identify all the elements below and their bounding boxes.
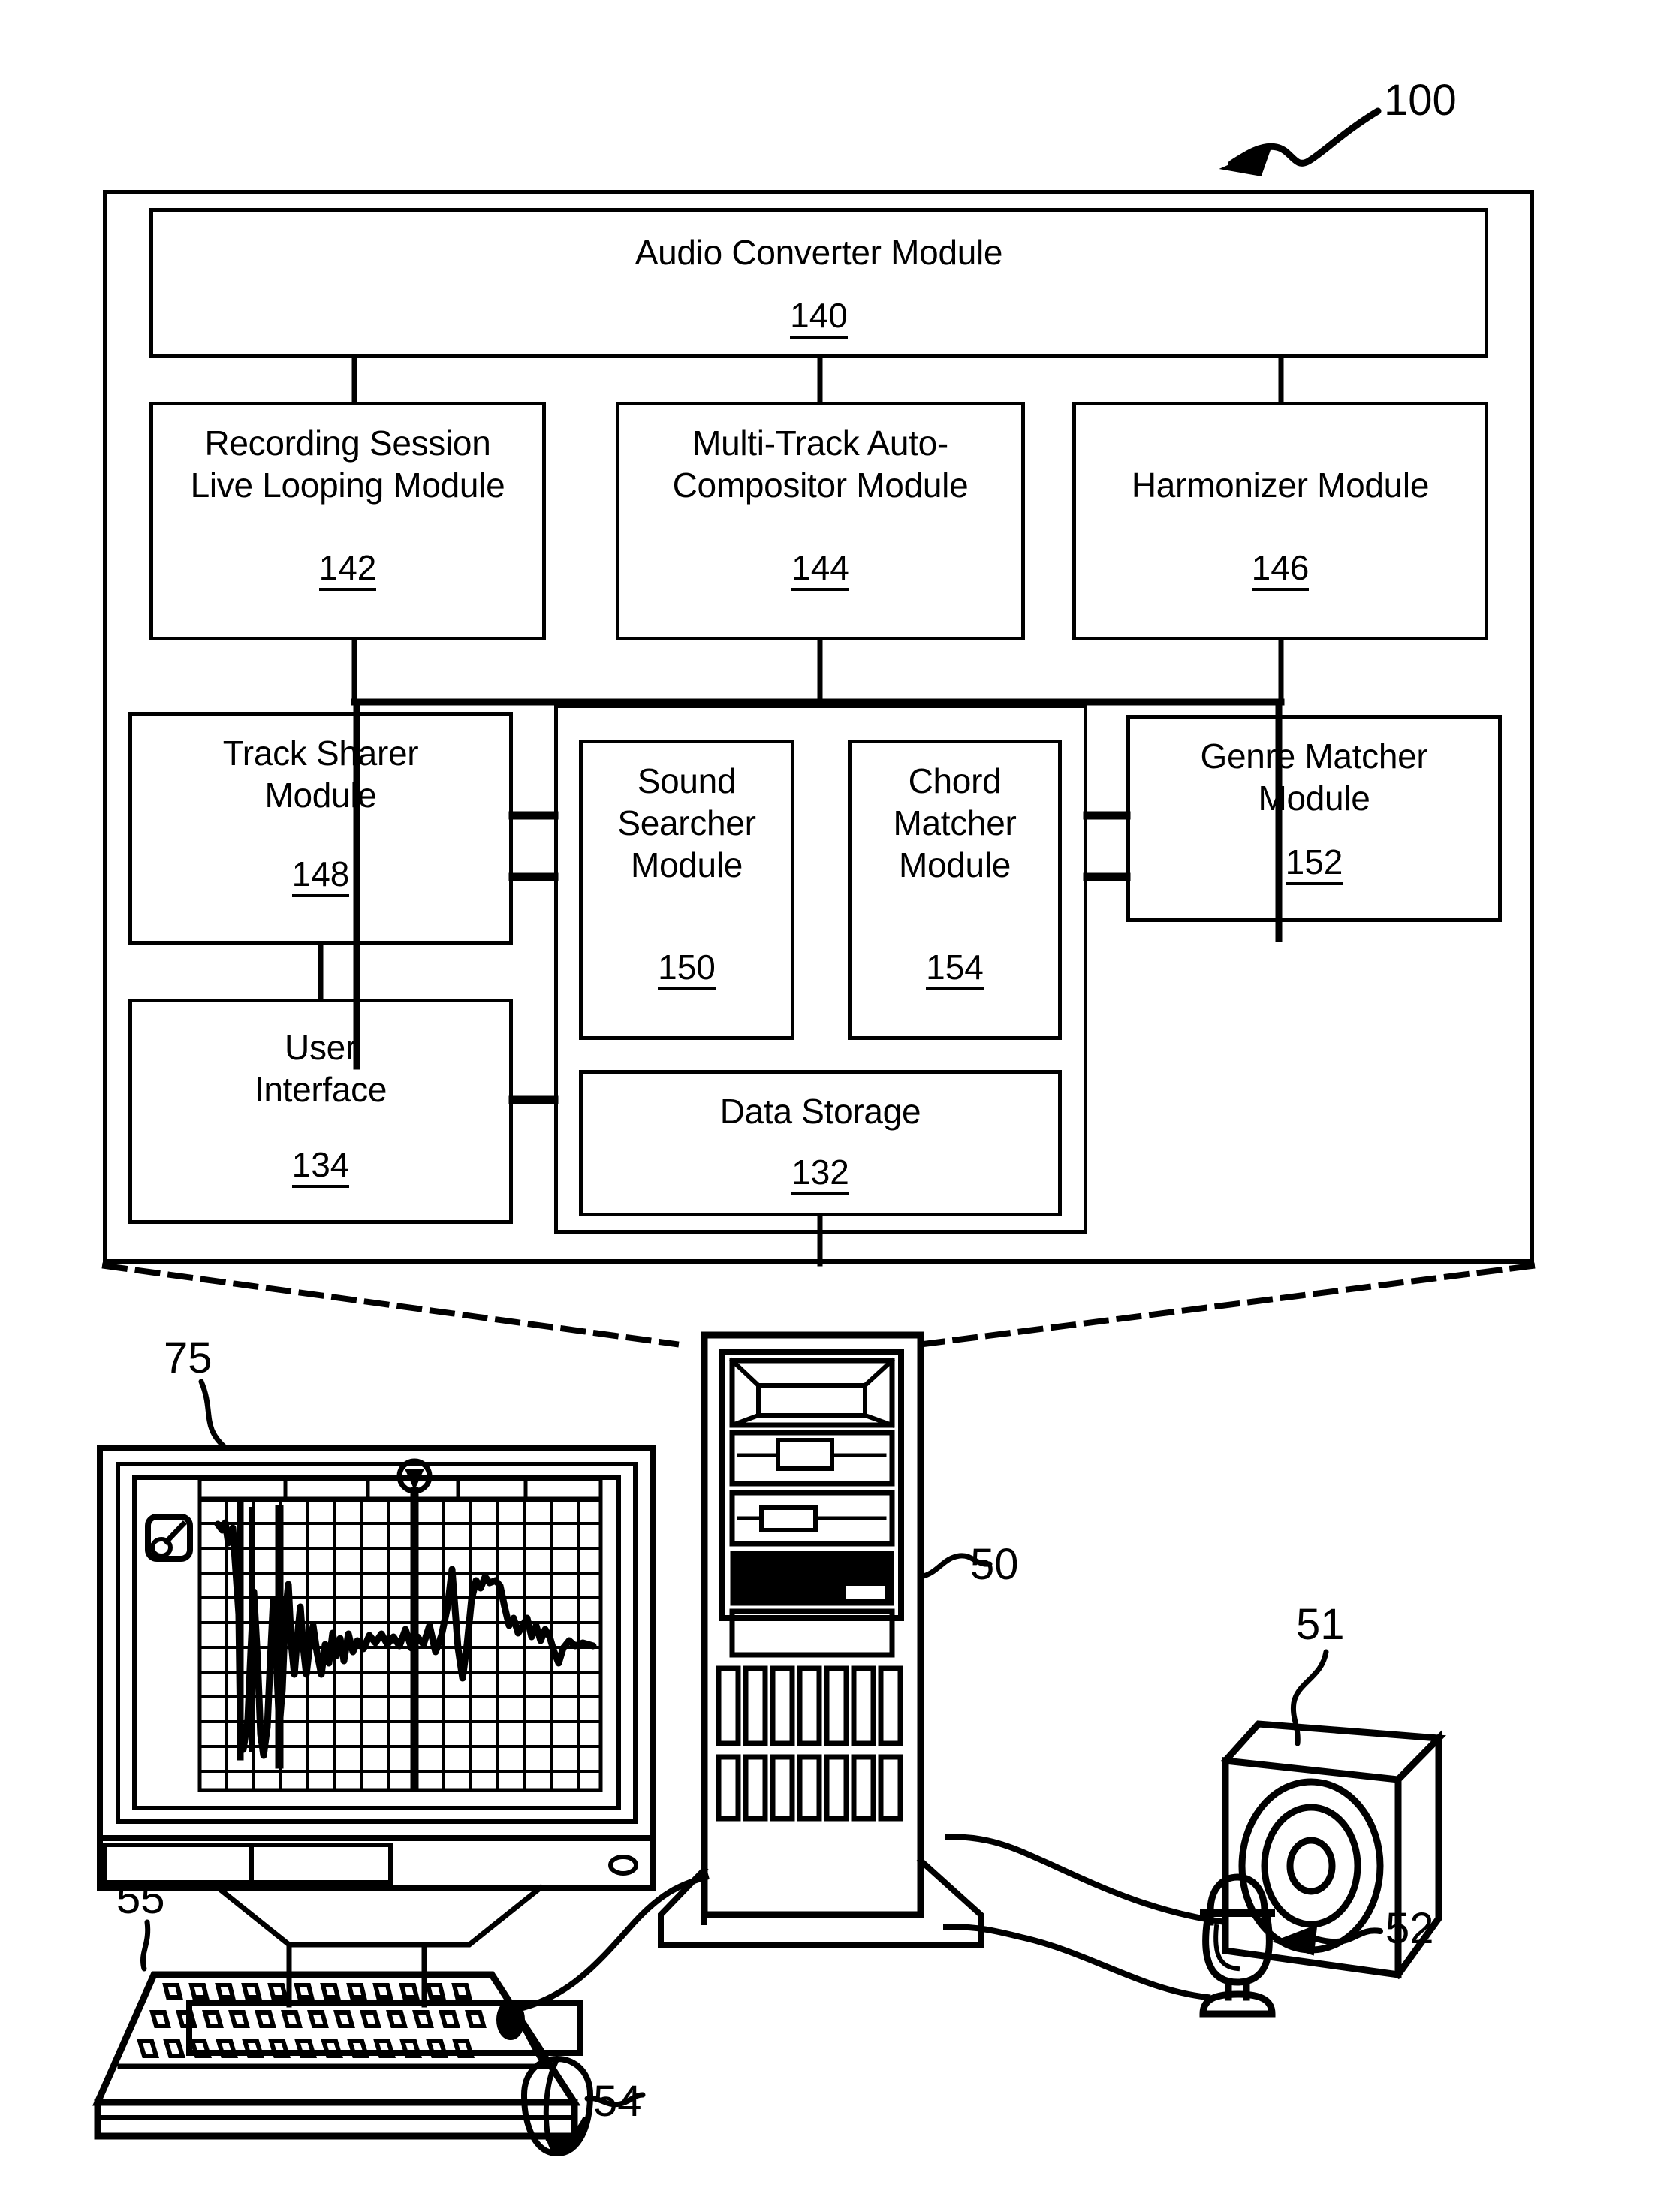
computer-tower-50 [658, 1331, 993, 1948]
module-title-line2: Interface [254, 1070, 387, 1109]
ref-label-54: 54 [593, 2077, 642, 2126]
module-ref: 154 [852, 948, 1058, 990]
leader-line-100 [1228, 107, 1382, 167]
module-ref: 132 [583, 1153, 1058, 1195]
ref-label-51: 51 [1296, 1600, 1345, 1649]
module-title-line3: Module [898, 845, 1011, 884]
module-title-line1: Data Storage [719, 1092, 921, 1131]
module-title-line1: Harmonizer Module [1131, 466, 1430, 505]
module-title-line1: Multi-Track Auto- [692, 423, 948, 463]
module-track-sharer[interactable]: Track Sharer Module 148 [128, 712, 513, 945]
arrowhead-100 [1219, 145, 1273, 176]
module-title-line2: Module [1258, 779, 1370, 818]
keyboard-cable [513, 1873, 710, 2013]
ref-label-55: 55 [116, 1874, 165, 1923]
keyboard-cable-node [496, 2000, 525, 2040]
ref-label-50: 50 [970, 1540, 1019, 1589]
module-sound-searcher[interactable]: Sound Searcher Module 150 [579, 740, 794, 1040]
module-title-line1: Genre Matcher [1200, 737, 1428, 776]
module-title-line2: Live Looping Module [190, 466, 505, 505]
callout-dashed-right [920, 1262, 1536, 1348]
module-recording-session-live-looping[interactable]: Recording Session Live Looping Module 14… [149, 402, 546, 640]
callout-dashed-left [101, 1262, 680, 1348]
module-ref: 142 [153, 548, 542, 591]
module-ref: 140 [153, 296, 1485, 339]
module-ref: 150 [583, 948, 791, 990]
module-ref: 152 [1130, 842, 1498, 885]
module-audio-converter[interactable]: Audio Converter Module 140 [149, 208, 1488, 358]
module-ref: 146 [1076, 548, 1485, 591]
ref-label-52: 52 [1385, 1904, 1434, 1953]
patent-figure: Audio Converter Module 140 Recording Ses… [0, 0, 1673, 2212]
module-title-line2: Compositor Module [672, 466, 969, 505]
module-title-line1: Sound [637, 761, 737, 800]
microphone-52 [942, 1873, 1383, 2018]
module-genre-matcher[interactable]: Genre Matcher Module 152 [1126, 715, 1502, 922]
module-title-line3: Module [630, 845, 743, 884]
module-harmonizer[interactable]: Harmonizer Module 146 [1072, 402, 1488, 640]
ref-label-100: 100 [1384, 76, 1457, 125]
module-user-interface[interactable]: User Interface 134 [128, 999, 513, 1224]
module-chord-matcher[interactable]: Chord Matcher Module 154 [848, 740, 1062, 1040]
module-title-line2: Module [264, 776, 377, 815]
module-title-line1: Track Sharer [222, 734, 419, 773]
module-title: Audio Converter Module [635, 233, 1003, 272]
speaker-cable [944, 1833, 1229, 1926]
module-ref: 148 [132, 854, 509, 897]
module-ref: 144 [619, 548, 1021, 591]
module-multitrack-auto-compositor[interactable]: Multi-Track Auto- Compositor Module 144 [616, 402, 1025, 640]
module-data-storage[interactable]: Data Storage 132 [579, 1070, 1062, 1216]
module-title-line1: User [285, 1028, 357, 1067]
ref-label-75: 75 [164, 1334, 213, 1382]
monitor-75 [97, 1379, 656, 2056]
module-ref: 134 [132, 1145, 509, 1188]
module-title-line2: Matcher [893, 803, 1017, 842]
module-title-line2: Searcher [617, 803, 756, 842]
module-title-line1: Recording Session [204, 423, 491, 463]
module-title-line1: Chord [908, 761, 1002, 800]
screen-waveform-editor [145, 1458, 603, 1792]
keyboard-55 [92, 1919, 581, 2140]
